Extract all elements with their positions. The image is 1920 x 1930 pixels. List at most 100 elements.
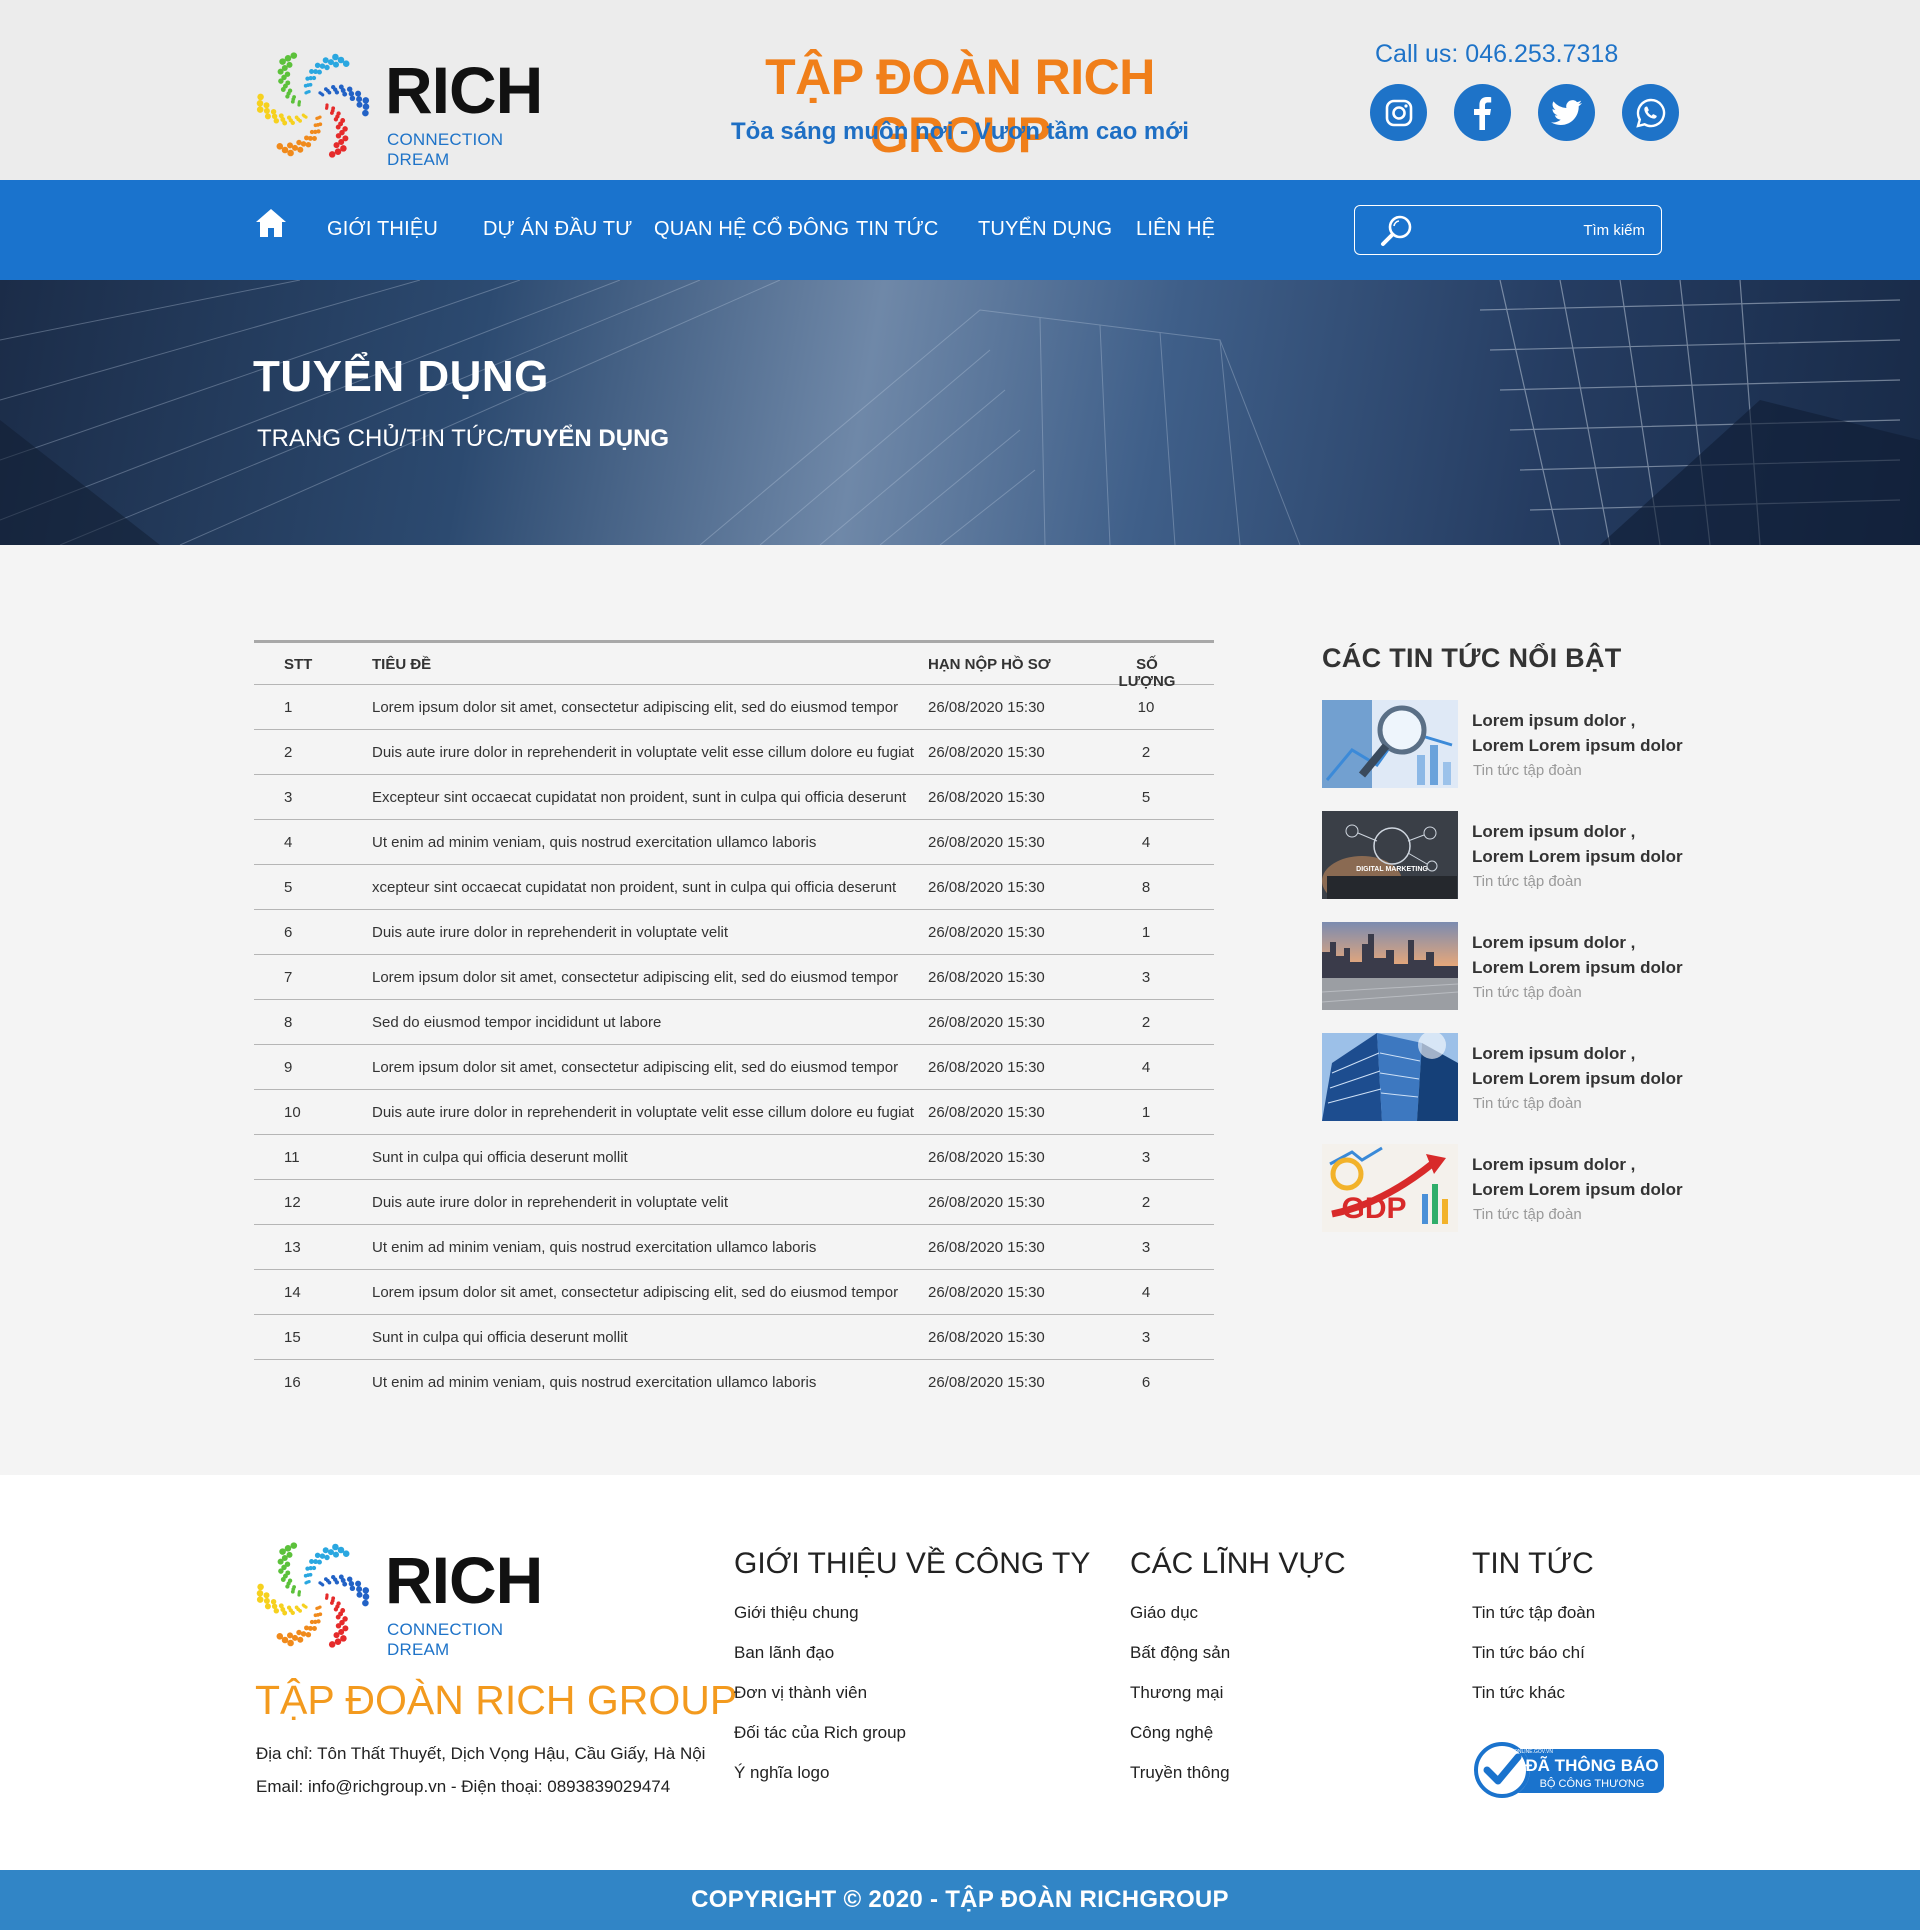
facebook-icon[interactable] xyxy=(1454,84,1511,141)
news-item[interactable]: GDP Lorem ipsum dolor , Lorem Lorem ipsu… xyxy=(1322,1144,1702,1255)
news-item[interactable]: Lorem ipsum dolor , Lorem Lorem ipsum do… xyxy=(1322,700,1702,811)
header-deadline: HẠN NỘP HỒ SƠ xyxy=(928,656,1051,673)
cell-deadline: 26/08/2020 15:30 xyxy=(928,924,1045,941)
cell-deadline: 26/08/2020 15:30 xyxy=(928,1329,1045,1346)
cell-qty: 3 xyxy=(1141,1329,1151,1346)
table-row[interactable]: 16 Ut enim ad minim veniam, quis nostrud … xyxy=(254,1360,1214,1405)
page-title: TUYỂN DỤNG xyxy=(253,352,549,401)
news-item[interactable]: Lorem ipsum dolor , Lorem Lorem ipsum do… xyxy=(1322,922,1702,1033)
table-row[interactable]: 8 Sed do eiusmod tempor incididunt ut lab… xyxy=(254,1000,1214,1045)
instagram-icon[interactable] xyxy=(1370,84,1427,141)
table-row[interactable]: 11 Sunt in culpa qui officia deserunt mol… xyxy=(254,1135,1214,1180)
whatsapp-icon[interactable] xyxy=(1622,84,1679,141)
footer-link[interactable]: Tin tức tập đoàn xyxy=(1472,1603,1595,1643)
nav-du-an-dau-tu[interactable]: DỰ ÁN ĐẦU TƯ xyxy=(483,218,633,241)
cell-title[interactable]: Lorem ipsum dolor sit amet, consectetur … xyxy=(372,969,898,986)
footer-logo[interactable]: RICH CONNECTION DREAM xyxy=(255,1535,565,1659)
cell-deadline: 26/08/2020 15:30 xyxy=(928,744,1045,761)
news-thumbnail[interactable]: GDP xyxy=(1322,1144,1458,1232)
table-row[interactable]: 2 Duis aute irure dolor in reprehenderit … xyxy=(254,730,1214,775)
jobs-table: STT TIÊU ĐỀ HẠN NỘP HỒ SƠ SỐ LƯỢNG 1 Lore… xyxy=(254,640,1214,1405)
cell-stt: 10 xyxy=(284,1104,301,1121)
cell-deadline: 26/08/2020 15:30 xyxy=(928,1014,1045,1031)
footer-link[interactable]: Bất động sản xyxy=(1130,1643,1346,1683)
cell-title[interactable]: Ut enim ad minim veniam, quis nostrud ex… xyxy=(372,1374,816,1391)
news-title[interactable]: Lorem ipsum dolor , Lorem Lorem ipsum do… xyxy=(1472,930,1692,980)
cell-title[interactable]: xcepteur sint occaecat cupidatat non pro… xyxy=(372,879,896,896)
cell-title[interactable]: Duis aute irure dolor in reprehenderit i… xyxy=(372,1104,914,1121)
cell-deadline: 26/08/2020 15:30 xyxy=(928,969,1045,986)
cell-title[interactable]: Ut enim ad minim veniam, quis nostrud ex… xyxy=(372,834,816,851)
footer-link[interactable]: Đối tác của Rich group xyxy=(734,1723,1090,1763)
nav-quan-he-co-dong[interactable]: QUAN HỆ CỔ ĐÔNG xyxy=(654,218,849,241)
table-row[interactable]: 7 Lorem ipsum dolor sit amet, consectetur… xyxy=(254,955,1214,1000)
footer-col-title: TIN TỨC xyxy=(1472,1547,1594,1580)
footer-link[interactable]: Truyền thông xyxy=(1130,1763,1346,1803)
table-row[interactable]: 12 Duis aute irure dolor in reprehenderit… xyxy=(254,1180,1214,1225)
logo[interactable]: RICH CONNECTION DREAM xyxy=(255,45,565,169)
table-row[interactable]: 14 Lorem ipsum dolor sit amet, consectetu… xyxy=(254,1270,1214,1315)
twitter-icon[interactable] xyxy=(1538,84,1595,141)
footer-link[interactable]: Thương mại xyxy=(1130,1683,1346,1723)
news-thumbnail[interactable] xyxy=(1322,922,1458,1010)
table-row[interactable]: 5 xcepteur sint occaecat cupidatat non pr… xyxy=(254,865,1214,910)
news-item[interactable]: Lorem ipsum dolor , Lorem Lorem ipsum do… xyxy=(1322,1033,1702,1144)
news-category: Tin tức tập đoàn xyxy=(1473,873,1582,890)
cell-qty: 4 xyxy=(1141,1284,1151,1301)
footer-link[interactable]: Đơn vị thành viên xyxy=(734,1683,1090,1723)
table-row[interactable]: 10 Duis aute irure dolor in reprehenderit… xyxy=(254,1090,1214,1135)
news-title[interactable]: Lorem ipsum dolor , Lorem Lorem ipsum do… xyxy=(1472,1152,1692,1202)
footer-link[interactable]: Ý nghĩa logo xyxy=(734,1763,1090,1803)
cell-stt: 6 xyxy=(284,924,293,941)
call-us: Call us: 046.253.7318 xyxy=(1375,40,1619,68)
news-item[interactable]: DIGITAL MARKETING Lorem ipsum dolor , Lo… xyxy=(1322,811,1702,922)
table-row[interactable]: 4 Ut enim ad minim veniam, quis nostrud e… xyxy=(254,820,1214,865)
cell-title[interactable]: Sunt in culpa qui officia deserunt molli… xyxy=(372,1149,628,1166)
search-icon[interactable] xyxy=(1379,213,1415,254)
table-row[interactable]: 15 Sunt in culpa qui officia deserunt mol… xyxy=(254,1315,1214,1360)
nav-lien-he[interactable]: LIÊN HỆ xyxy=(1136,218,1215,241)
cell-title[interactable]: Duis aute irure dolor in reprehenderit i… xyxy=(372,744,914,761)
table-row[interactable]: 6 Duis aute irure dolor in reprehenderit … xyxy=(254,910,1214,955)
cell-deadline: 26/08/2020 15:30 xyxy=(928,789,1045,806)
table-row[interactable]: 3 Excepteur sint occaecat cupidatat non p… xyxy=(254,775,1214,820)
cell-title[interactable]: Lorem ipsum dolor sit amet, consectetur … xyxy=(372,1284,898,1301)
table-row[interactable]: 1 Lorem ipsum dolor sit amet, consectetur… xyxy=(254,685,1214,730)
home-icon[interactable] xyxy=(255,208,287,238)
news-title[interactable]: Lorem ipsum dolor , Lorem Lorem ipsum do… xyxy=(1472,708,1692,758)
cell-qty: 3 xyxy=(1141,1149,1151,1166)
footer-link[interactable]: Giới thiệu chung xyxy=(734,1603,1090,1643)
footer-link[interactable]: Giáo dục xyxy=(1130,1603,1346,1643)
breadcrumb: TRANG CHỦ/TIN TỨC/TUYỂN DỤNG xyxy=(257,425,669,453)
banner-buildings-image xyxy=(0,280,1920,545)
news-title[interactable]: Lorem ipsum dolor , Lorem Lorem ipsum do… xyxy=(1472,1041,1692,1091)
cell-title[interactable]: Lorem ipsum dolor sit amet, consectetur … xyxy=(372,1059,898,1076)
table-row[interactable]: 13 Ut enim ad minim veniam, quis nostrud … xyxy=(254,1225,1214,1270)
cell-title[interactable]: Lorem ipsum dolor sit amet, consectetur … xyxy=(372,699,898,716)
bo-cong-thuong-badge[interactable]: ONLINE.GOV.VN ĐÃ THÔNG BÁO BỘ CÔNG THƯƠN… xyxy=(1472,1741,1664,1799)
footer-link[interactable]: Tin tức báo chí xyxy=(1472,1643,1595,1683)
footer-link[interactable]: Công nghệ xyxy=(1130,1723,1346,1763)
badge-line1: ĐÃ THÔNG BÁO xyxy=(1525,1755,1658,1775)
nav-tin-tuc[interactable]: TIN TỨC xyxy=(856,218,939,241)
search-input[interactable] xyxy=(1425,216,1645,244)
news-category: Tin tức tập đoàn xyxy=(1473,1206,1582,1223)
cell-title[interactable]: Duis aute irure dolor in reprehenderit i… xyxy=(372,1194,728,1211)
news-thumbnail[interactable]: DIGITAL MARKETING xyxy=(1322,811,1458,899)
cell-title[interactable]: Duis aute irure dolor in reprehenderit i… xyxy=(372,924,728,941)
cell-title[interactable]: Ut enim ad minim veniam, quis nostrud ex… xyxy=(372,1239,816,1256)
news-thumbnail[interactable] xyxy=(1322,700,1458,788)
table-row[interactable]: 9 Lorem ipsum dolor sit amet, consectetur… xyxy=(254,1045,1214,1090)
cell-title[interactable]: Excepteur sint occaecat cupidatat non pr… xyxy=(372,789,906,806)
cell-qty: 4 xyxy=(1141,1059,1151,1076)
cell-title[interactable]: Sed do eiusmod tempor incididunt ut labo… xyxy=(372,1014,661,1031)
cell-title[interactable]: Sunt in culpa qui officia deserunt molli… xyxy=(372,1329,628,1346)
footer-link[interactable]: Ban lãnh đạo xyxy=(734,1643,1090,1683)
breadcrumb-path[interactable]: TRANG CHỦ/TIN TỨC/ xyxy=(257,425,510,452)
logo-swirl-icon xyxy=(256,52,370,158)
news-title[interactable]: Lorem ipsum dolor , Lorem Lorem ipsum do… xyxy=(1472,819,1692,869)
nav-gioi-thieu[interactable]: GIỚI THIỆU xyxy=(327,218,438,241)
news-thumbnail[interactable] xyxy=(1322,1033,1458,1121)
footer-link[interactable]: Tin tức khác xyxy=(1472,1683,1595,1723)
nav-tuyen-dung[interactable]: TUYỂN DỤNG xyxy=(978,218,1112,241)
